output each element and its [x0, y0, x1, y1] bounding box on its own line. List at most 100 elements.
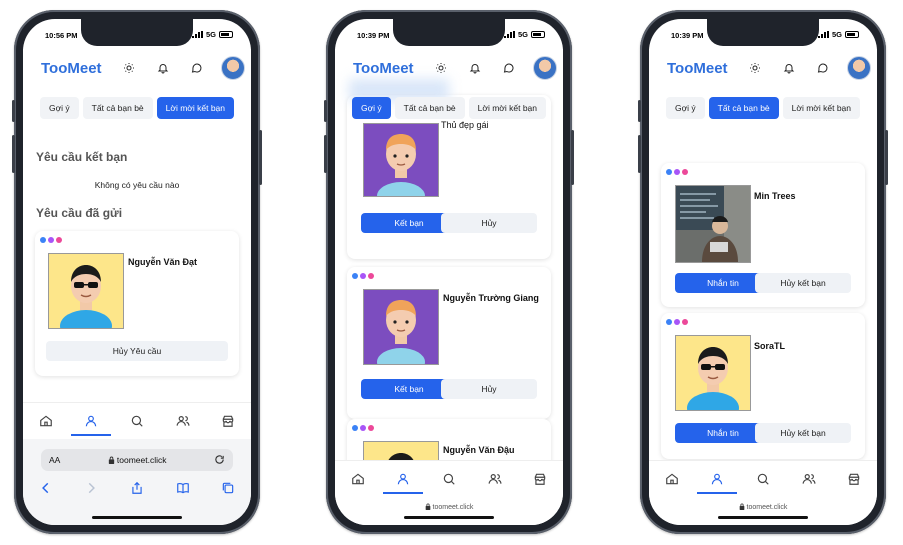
friend-tabs: Gợi ý Tất cả bạn bè Lời mời kết bạn	[23, 97, 251, 123]
person-icon[interactable]	[71, 406, 112, 436]
app-header: TooMeet	[649, 49, 877, 87]
mini-url[interactable]: toomeet.click	[335, 503, 563, 511]
app-logo[interactable]: TooMeet	[667, 60, 728, 77]
friend-tabs: Gợi ý Tất cả bạn bè Lời mời kết bạn	[335, 97, 563, 123]
chat-icon[interactable]	[187, 58, 207, 78]
avatar-sunglasses	[48, 253, 124, 329]
chat-icon[interactable]	[813, 58, 833, 78]
dots-menu-icon[interactable]	[666, 319, 688, 325]
bookmarks-icon[interactable]	[176, 481, 190, 500]
suggestion-card: Nguyễn Trường Giang Kết bạn Hủy	[347, 267, 551, 419]
back-icon[interactable]	[39, 481, 53, 500]
suggestion-name[interactable]: Nguyễn Trường Giang	[443, 293, 539, 303]
network-label: 5G	[517, 30, 528, 39]
forward-icon[interactable]	[84, 481, 98, 500]
url-text: toomeet.click	[41, 455, 233, 465]
search-icon[interactable]	[429, 464, 469, 494]
home-icon[interactable]	[26, 406, 66, 436]
bell-icon[interactable]	[779, 58, 799, 78]
avatar-sunglasses	[675, 335, 751, 411]
tab-suggestions[interactable]: Gợi ý	[351, 97, 391, 119]
url-bar[interactable]: AA toomeet.click	[41, 449, 233, 471]
network-label: 5G	[205, 30, 216, 39]
avatar-orange-hair	[363, 289, 439, 365]
unfriend-button[interactable]: Hủy kết bạn	[755, 423, 851, 443]
network-label: 5G	[831, 30, 842, 39]
suggestion-name[interactable]: Nguyễn Văn Đậu	[443, 445, 515, 455]
chat-icon[interactable]	[499, 58, 519, 78]
tab-all-friends[interactable]: Tất cả bạn bè	[394, 97, 465, 119]
unfriend-button[interactable]: Hủy kết bạn	[755, 273, 851, 293]
tab-friend-requests[interactable]: Lời mời kết bạn	[782, 97, 860, 119]
status-time: 10:39 PM	[671, 31, 704, 40]
dots-menu-icon[interactable]	[40, 237, 62, 243]
home-icon[interactable]	[338, 464, 378, 494]
phone-2: 10:39 PM 5G TooMeet Gợi ý Tất cả bạn bè …	[324, 10, 574, 534]
status-time: 10:39 PM	[357, 31, 390, 40]
home-icon[interactable]	[652, 464, 692, 494]
bottom-nav	[649, 460, 877, 497]
user-avatar[interactable]	[221, 56, 245, 80]
app-logo[interactable]: TooMeet	[353, 60, 414, 77]
tab-friend-requests[interactable]: Lời mời kết bạn	[156, 97, 234, 119]
user-avatar[interactable]	[847, 56, 871, 80]
avatar-orange-hair	[363, 123, 439, 197]
phone-1: 10:56 PM 5G TooMeet Gợi ý Tất cả bạn bè …	[12, 10, 262, 534]
bottom-nav	[335, 460, 563, 497]
friend-name[interactable]: SoraTL	[754, 341, 785, 351]
signal-icon	[191, 31, 203, 38]
dismiss-button[interactable]: Hủy	[441, 379, 537, 399]
search-icon[interactable]	[117, 406, 157, 436]
sun-icon[interactable]	[431, 58, 451, 78]
tab-friend-requests[interactable]: Lời mời kết bạn	[468, 97, 546, 119]
search-icon[interactable]	[743, 464, 783, 494]
photo-person-laptop	[675, 185, 751, 263]
battery-icon	[531, 31, 545, 38]
sent-request-name[interactable]: Nguyễn Văn Đạt	[128, 257, 197, 267]
tab-suggestions[interactable]: Gợi ý	[665, 97, 705, 119]
person-icon[interactable]	[383, 464, 424, 494]
sun-icon[interactable]	[119, 58, 139, 78]
dots-menu-icon[interactable]	[352, 273, 374, 279]
user-avatar[interactable]	[533, 56, 557, 80]
tabs-icon[interactable]	[221, 481, 235, 500]
bell-icon[interactable]	[465, 58, 485, 78]
mini-url[interactable]: toomeet.click	[649, 503, 877, 511]
sent-request-card: Nguyễn Văn Đạt Hủy Yêu cầu	[35, 231, 239, 376]
bell-icon[interactable]	[153, 58, 173, 78]
share-icon[interactable]	[130, 481, 144, 500]
home-indicator	[718, 516, 808, 519]
sun-icon[interactable]	[745, 58, 765, 78]
screen: 10:56 PM 5G TooMeet Gợi ý Tất cả bạn bè …	[23, 19, 251, 525]
tab-all-friends[interactable]: Tất cả bạn bè	[82, 97, 153, 119]
friends-icon[interactable]	[475, 464, 515, 494]
battery-icon	[845, 31, 859, 38]
reload-icon[interactable]	[214, 454, 225, 467]
cancel-request-button[interactable]: Hủy Yêu cầu	[46, 341, 228, 361]
signal-icon	[817, 31, 829, 38]
store-icon[interactable]	[520, 464, 560, 494]
home-indicator	[92, 516, 182, 519]
no-requests-text: Không có yêu cầu nào	[94, 180, 180, 190]
tab-suggestions[interactable]: Gợi ý	[39, 97, 79, 119]
store-icon[interactable]	[834, 464, 874, 494]
battery-icon	[219, 31, 233, 38]
dots-menu-icon[interactable]	[666, 169, 688, 175]
friend-card: Min Trees Nhắn tin Hủy kết bạn	[661, 163, 865, 307]
dots-menu-icon[interactable]	[352, 425, 374, 431]
requests-title: Yêu cầu kết bạn	[36, 150, 128, 164]
phone-3: 10:39 PM 5G TooMeet Gợi ý Tất cả bạn bè …	[638, 10, 888, 534]
app-logo[interactable]: TooMeet	[41, 60, 102, 77]
tab-all-friends[interactable]: Tất cả bạn bè	[708, 97, 779, 119]
status-time: 10:56 PM	[45, 31, 78, 40]
friends-icon[interactable]	[163, 406, 203, 436]
friend-name[interactable]: Min Trees	[754, 191, 796, 201]
app-header: TooMeet	[23, 49, 251, 87]
friend-tabs: Gợi ý Tất cả bạn bè Lời mời kết bạn	[649, 97, 877, 123]
friends-icon[interactable]	[789, 464, 829, 494]
store-icon[interactable]	[208, 406, 248, 436]
dismiss-button[interactable]: Hủy	[441, 213, 537, 233]
bottom-nav	[23, 402, 251, 439]
app-header: TooMeet	[335, 49, 563, 101]
person-icon[interactable]	[697, 464, 738, 494]
